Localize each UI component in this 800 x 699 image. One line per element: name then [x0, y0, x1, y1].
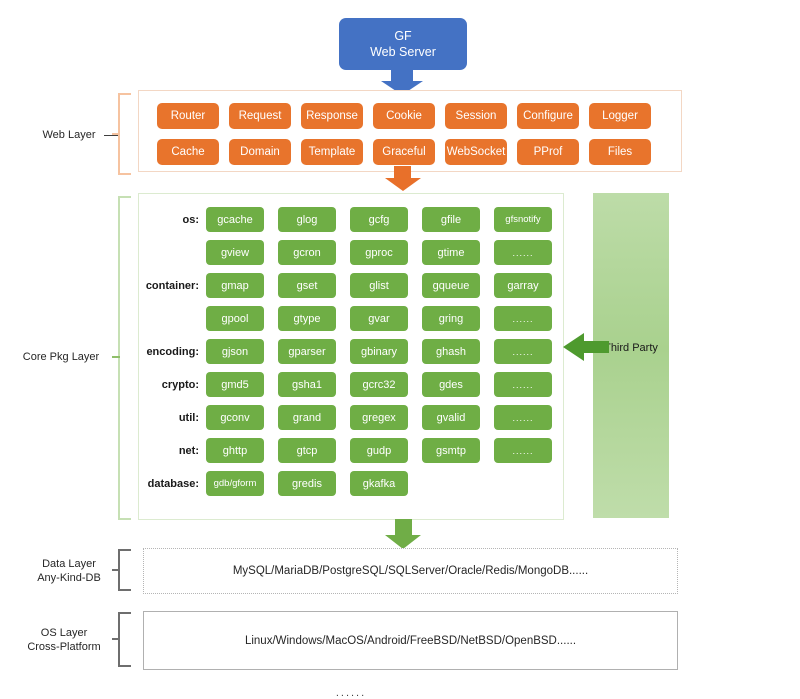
- core-category-label: os:: [182, 214, 200, 226]
- core-package-chip[interactable]: gcfg: [350, 207, 408, 232]
- arrow-thirdparty-to-core-head-icon: [563, 333, 584, 361]
- core-package-chip[interactable]: gproc: [350, 240, 408, 265]
- core-package-chip[interactable]: gudp: [350, 438, 408, 463]
- core-package-chip[interactable]: gqueue: [422, 273, 480, 298]
- arrow-thirdparty-to-core-shaft: [583, 341, 609, 353]
- core-package-chip[interactable]: gtcp: [278, 438, 336, 463]
- web-layer-chip[interactable]: PProf: [517, 139, 579, 165]
- core-pkg-layer-panel: os: gcache glog gcfg gfile gfsnotify gview gcro…: [138, 193, 564, 699]
- server-title-line2: Web Server: [370, 45, 436, 59]
- core-package-chip[interactable]: gfile: [422, 207, 480, 232]
- gf-web-server-box: GF Web Server: [339, 18, 467, 70]
- core-category-label: net:: [178, 445, 199, 457]
- data-layer-bracket: [112, 549, 132, 591]
- core-package-chip[interactable]: gregex: [350, 405, 408, 430]
- os-layer-bracket: [112, 612, 132, 667]
- core-layer-bracket: [112, 196, 132, 520]
- core-package-chip[interactable]: gtime: [422, 240, 480, 265]
- web-layer-chip[interactable]: Session: [445, 103, 507, 129]
- core-package-chip[interactable]: gcache: [206, 207, 264, 232]
- core-package-chip[interactable]: ......: [494, 372, 552, 397]
- server-title-line1: GF: [394, 29, 412, 43]
- web-layer-chip[interactable]: Graceful: [373, 139, 435, 165]
- core-package-chip[interactable]: gvalid: [422, 405, 480, 430]
- web-layer-chip[interactable]: Template: [301, 139, 363, 165]
- os-layer-label-line1: OS Layer: [40, 627, 88, 639]
- os-layer-label: OS Layer Cross-Platform: [12, 626, 116, 654]
- core-category-label: crypto:: [161, 379, 199, 391]
- core-package-chip[interactable]: gmd5: [206, 372, 264, 397]
- data-layer-label-line2: Any-Kind-DB: [37, 572, 101, 584]
- web-layer-bracket: [112, 93, 132, 175]
- web-layer-panel: Router Request Response Cookie Session Config…: [138, 90, 682, 172]
- data-layer-content: MySQL/MariaDB/PostgreSQL/SQLServer/Oracl…: [232, 565, 589, 577]
- data-layer-label-line1: Data Layer: [42, 558, 96, 570]
- web-layer-chip[interactable]: Configure: [517, 103, 579, 129]
- core-package-chip[interactable]: ......: [494, 438, 552, 463]
- core-package-chip[interactable]: ......: [494, 306, 552, 331]
- arrow-core-to-data-shaft: [395, 519, 412, 535]
- core-layer-label: Core Pkg Layer: [22, 351, 100, 363]
- core-category-label: encoding:: [146, 346, 199, 358]
- core-package-chip[interactable]: garray: [494, 273, 552, 298]
- core-package-chip[interactable]: gparser: [278, 339, 336, 364]
- core-package-chip[interactable]: ghash: [422, 339, 480, 364]
- core-package-chip[interactable]: gcrc32: [350, 372, 408, 397]
- core-package-chip[interactable]: gsmtp: [422, 438, 480, 463]
- core-package-chip[interactable]: gconv: [206, 405, 264, 430]
- core-layer-ellipsis: ......: [335, 687, 367, 699]
- core-category-label: util:: [178, 412, 199, 424]
- web-layer-chip[interactable]: WebSocket: [445, 139, 507, 165]
- web-layer-chip[interactable]: Files: [589, 139, 651, 165]
- core-package-chip[interactable]: grand: [278, 405, 336, 430]
- os-layer-content: Linux/Windows/MacOS/Android/FreeBSD/NetB…: [244, 634, 577, 647]
- core-package-chip[interactable]: gfsnotify: [494, 207, 552, 232]
- core-package-chip[interactable]: gring: [422, 306, 480, 331]
- data-layer-label: Data Layer Any-Kind-DB: [22, 557, 116, 585]
- core-package-chip[interactable]: ......: [494, 339, 552, 364]
- core-package-chip[interactable]: gbinary: [350, 339, 408, 364]
- os-layer-panel: Linux/Windows/MacOS/Android/FreeBSD/NetB…: [143, 611, 678, 670]
- core-package-chip[interactable]: gset: [278, 273, 336, 298]
- web-layer-chip[interactable]: Domain: [229, 139, 291, 165]
- core-package-chip[interactable]: gredis: [278, 471, 336, 496]
- web-layer-chip[interactable]: Response: [301, 103, 363, 129]
- web-layer-chip[interactable]: Router: [157, 103, 219, 129]
- core-category-label: container:: [145, 280, 199, 292]
- arrow-web-to-core-head-icon: [385, 178, 421, 191]
- core-package-chip[interactable]: ......: [494, 240, 552, 265]
- core-package-chip[interactable]: gmap: [206, 273, 264, 298]
- core-category-label: database:: [147, 478, 199, 490]
- arrow-core-to-data-head-icon: [385, 535, 421, 549]
- core-package-chip[interactable]: gjson: [206, 339, 264, 364]
- core-package-chip[interactable]: gpool: [206, 306, 264, 331]
- web-layer-chip[interactable]: Cookie: [373, 103, 435, 129]
- arrow-web-to-core-shaft: [394, 166, 411, 178]
- data-layer-panel: MySQL/MariaDB/PostgreSQL/SQLServer/Oracl…: [143, 548, 678, 594]
- web-layer-label: Web Layer: [42, 129, 96, 141]
- core-package-chip[interactable]: gdb/gform: [206, 471, 264, 496]
- core-package-chip[interactable]: gvar: [350, 306, 408, 331]
- core-package-chip[interactable]: gsha1: [278, 372, 336, 397]
- core-package-chip[interactable]: gcron: [278, 240, 336, 265]
- web-layer-chip[interactable]: Logger: [589, 103, 651, 129]
- core-package-chip[interactable]: gdes: [422, 372, 480, 397]
- core-package-chip[interactable]: glog: [278, 207, 336, 232]
- core-package-chip[interactable]: ghttp: [206, 438, 264, 463]
- core-package-chip[interactable]: ......: [494, 405, 552, 430]
- core-package-chip[interactable]: glist: [350, 273, 408, 298]
- web-layer-chip[interactable]: Cache: [157, 139, 219, 165]
- web-layer-chip[interactable]: Request: [229, 103, 291, 129]
- architecture-diagram: GF Web Server Web Layer Router Request Res…: [0, 0, 800, 699]
- os-layer-label-line2: Cross-Platform: [27, 641, 101, 653]
- core-package-chip[interactable]: gview: [206, 240, 264, 265]
- core-package-chip[interactable]: gtype: [278, 306, 336, 331]
- core-package-chip[interactable]: gkafka: [350, 471, 408, 496]
- arrow-server-to-web-shaft: [391, 70, 413, 81]
